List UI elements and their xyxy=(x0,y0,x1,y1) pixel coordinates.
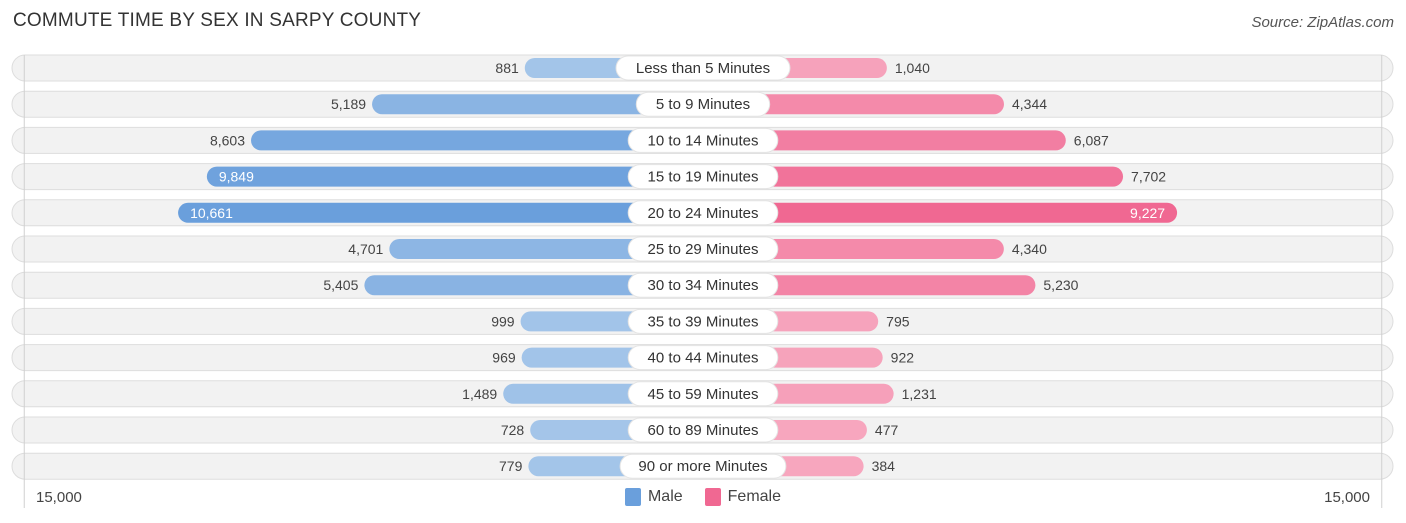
value-label-female: 477 xyxy=(875,422,899,438)
value-label-female: 384 xyxy=(872,458,896,474)
legend-swatch-female xyxy=(704,488,721,506)
value-label-male: 779 xyxy=(499,458,523,474)
legend-label-male: Male xyxy=(647,488,683,505)
category-label: 25 to 29 Minutes xyxy=(648,241,759,258)
value-label-male: 5,405 xyxy=(323,277,358,293)
category-label: 40 to 44 Minutes xyxy=(648,350,759,367)
diverging-bar-chart: 881 1,040 Less than 5 Minutes 5,189 4,344 5 t… xyxy=(11,54,1394,508)
value-label-female: 795 xyxy=(886,313,910,329)
category-label: 45 to 59 Minutes xyxy=(648,386,759,403)
legend-item-female[interactable]: Female xyxy=(704,488,782,506)
value-label-male: 1,489 xyxy=(462,386,497,402)
value-label-male: 10,661 xyxy=(190,205,233,221)
value-label-male: 728 xyxy=(501,422,525,438)
category-label: 90 or more Minutes xyxy=(638,458,767,475)
value-label-male: 9,849 xyxy=(219,169,254,185)
category-label: Less than 5 Minutes xyxy=(636,60,770,77)
value-label-female: 4,344 xyxy=(1012,96,1047,112)
value-label-male: 969 xyxy=(492,350,516,366)
category-label: 5 to 9 Minutes xyxy=(656,96,750,113)
value-label-male: 999 xyxy=(491,313,515,329)
value-label-female: 4,340 xyxy=(1012,241,1047,257)
value-label-female: 1,231 xyxy=(902,386,937,402)
category-label: 10 to 14 Minutes xyxy=(648,132,759,149)
value-label-female: 9,227 xyxy=(1130,205,1165,221)
value-label-male: 881 xyxy=(495,60,519,76)
category-label: 20 to 24 Minutes xyxy=(648,205,759,222)
legend: Male Female xyxy=(0,488,1406,506)
category-label: 60 to 89 Minutes xyxy=(648,422,759,439)
value-label-male: 4,701 xyxy=(348,241,383,257)
value-label-female: 5,230 xyxy=(1043,277,1078,293)
value-label-male: 5,189 xyxy=(331,96,366,112)
category-label: 30 to 34 Minutes xyxy=(648,277,759,294)
value-label-male: 8,603 xyxy=(210,132,245,148)
legend-item-male[interactable]: Male xyxy=(624,488,683,506)
legend-swatch-male xyxy=(624,488,641,506)
category-label: 35 to 39 Minutes xyxy=(648,313,759,330)
category-label: 15 to 19 Minutes xyxy=(648,169,759,186)
value-label-female: 6,087 xyxy=(1074,132,1109,148)
value-label-female: 7,702 xyxy=(1131,169,1166,185)
bar-male xyxy=(178,202,703,223)
legend-label-female: Female xyxy=(727,488,782,505)
value-label-female: 1,040 xyxy=(895,60,930,76)
value-label-female: 922 xyxy=(891,350,915,366)
